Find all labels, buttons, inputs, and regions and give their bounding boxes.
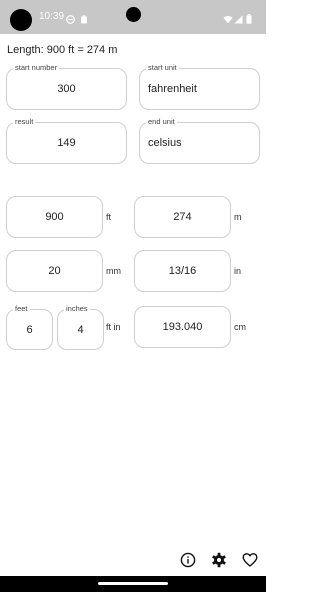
feet-label: feet [13, 304, 30, 314]
start-number-label: start number [13, 63, 60, 73]
result-label: result [13, 117, 36, 127]
meters-input[interactable]: 274 [134, 196, 231, 238]
home-gesture-handle[interactable] [98, 582, 168, 585]
inch-fraction-input[interactable]: 13/16 [134, 250, 231, 292]
inch-fraction-value: 13/16 [168, 265, 197, 277]
clipboard-icon [80, 11, 88, 29]
mm-unit-label: mm [106, 266, 121, 276]
inch-unit-label: in [234, 266, 242, 276]
do-not-disturb-icon [66, 11, 75, 29]
inches-label: inches [64, 304, 90, 314]
feet-input[interactable]: 900 [6, 196, 103, 238]
mm-value: 20 [48, 265, 61, 277]
mm-input[interactable]: 20 [6, 250, 103, 292]
info-icon[interactable] [180, 552, 196, 573]
start-number-value: 300 [57, 83, 76, 95]
cm-unit-label: cm [234, 322, 246, 332]
meters-unit-label: m [234, 212, 242, 222]
meters-value: 274 [173, 211, 192, 223]
end-unit-field[interactable]: end unit celsius [139, 117, 260, 164]
navigation-bar [0, 576, 266, 592]
start-unit-value: fahrenheit [148, 83, 197, 95]
feet-unit-label: ft [106, 212, 112, 222]
feet-field[interactable]: feet 6 [6, 304, 53, 350]
inches-field-value: 4 [77, 323, 84, 336]
status-bar: 10:39 [0, 0, 266, 34]
start-unit-label: start unit [146, 63, 179, 73]
start-unit-field[interactable]: start unit fahrenheit [139, 63, 260, 110]
gear-icon[interactable] [211, 552, 227, 573]
cm-value: 193.040 [162, 321, 203, 333]
cm-input[interactable]: 193.040 [134, 306, 231, 348]
result-value: 149 [57, 137, 76, 149]
conversion-headline: Length: 900 ft = 274 m [7, 44, 118, 56]
battery-icon [246, 11, 252, 29]
heart-icon[interactable] [242, 552, 258, 573]
front-camera-cutout [126, 7, 141, 22]
feet-value: 900 [45, 211, 64, 223]
end-unit-value: celsius [148, 137, 182, 149]
camera-cutout [10, 9, 32, 31]
inches-field[interactable]: inches 4 [57, 304, 104, 350]
end-unit-label: end unit [146, 117, 177, 127]
signal-icon [234, 11, 243, 29]
ft-in-unit-label: ft in [106, 322, 121, 332]
status-time: 10:39 [39, 11, 65, 22]
feet-field-value: 6 [26, 323, 33, 336]
start-number-field[interactable]: start number 300 [6, 63, 127, 110]
wifi-icon [223, 11, 233, 29]
result-field[interactable]: result 149 [6, 117, 127, 164]
